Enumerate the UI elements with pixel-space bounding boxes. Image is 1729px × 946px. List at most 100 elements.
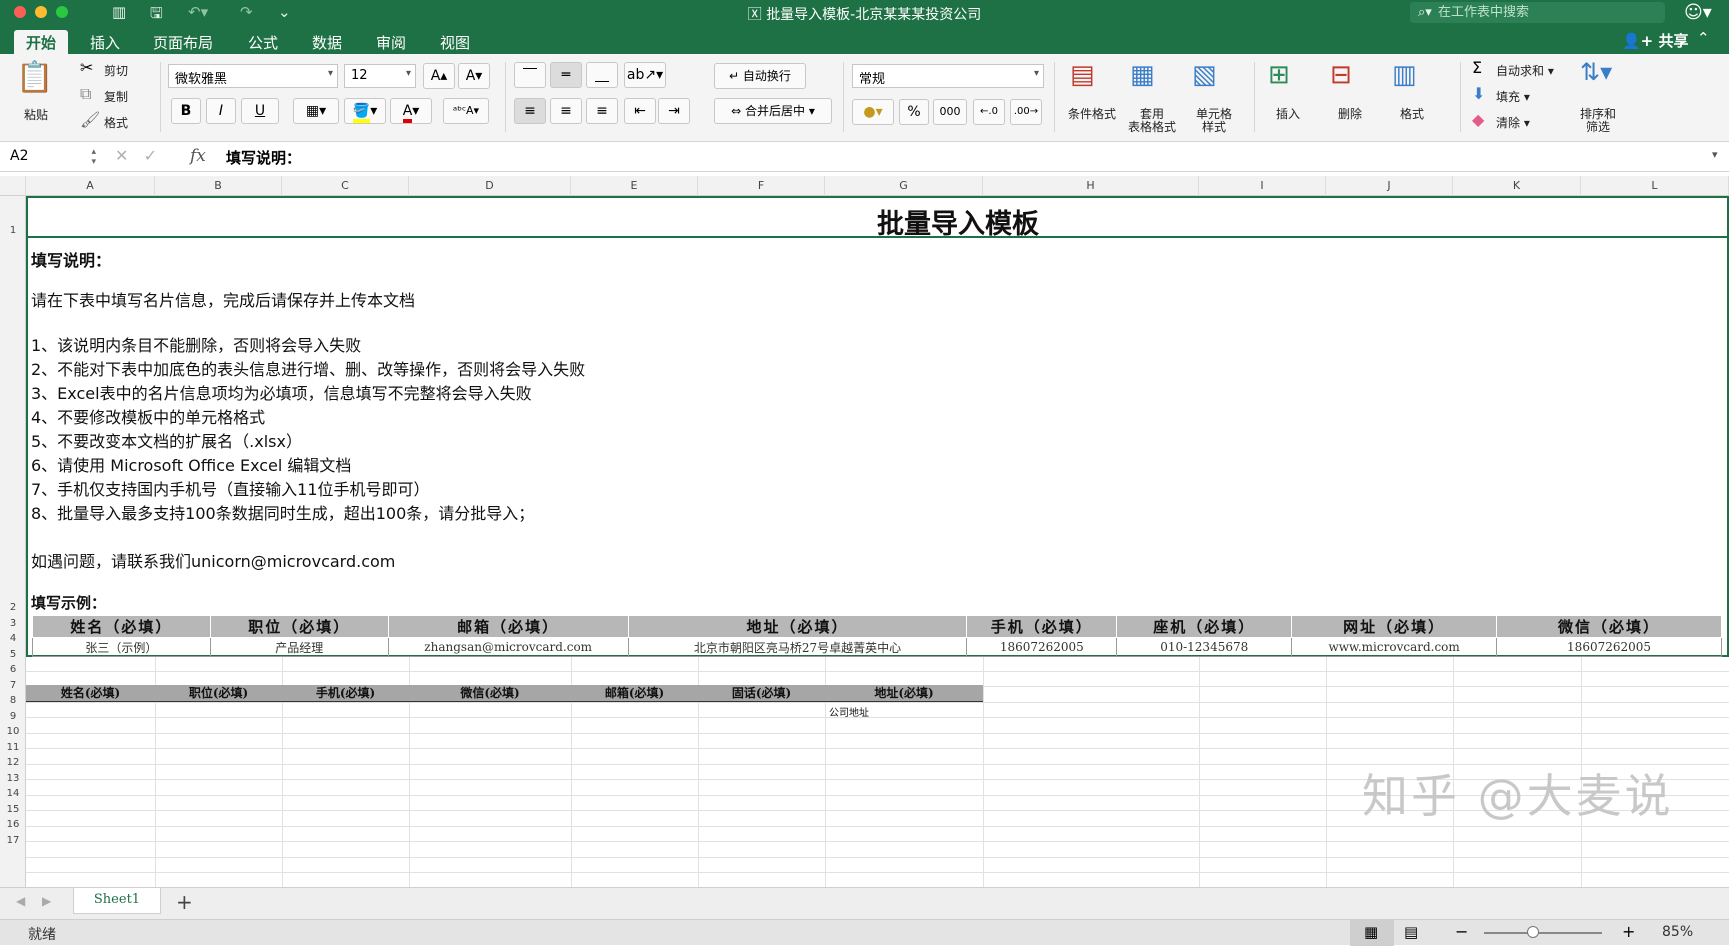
header-cell-wechat[interactable]: 微信(必填) (409, 685, 571, 702)
confirm-icon[interactable]: ✓ (144, 146, 157, 165)
comma-style-button[interactable]: 000 (933, 99, 967, 125)
header-cell-landline[interactable]: 固话(必填) (698, 685, 825, 702)
row-header[interactable]: 14 (0, 788, 26, 799)
conditional-format-button[interactable]: 条件格式 (1062, 108, 1122, 121)
increase-decimal-button[interactable]: ←.0 (973, 99, 1005, 125)
feedback-smiley-icon[interactable]: ☺▾ (1684, 2, 1712, 23)
row-header[interactable]: 13 (0, 773, 26, 784)
wrap-text-button[interactable]: ↵ 自动换行 (714, 63, 806, 89)
normal-view-button[interactable]: ▦ (1350, 920, 1394, 946)
column-header[interactable]: K (1453, 176, 1581, 196)
merge-center-button[interactable]: ⇔ 合并后居中 ▾ (714, 98, 832, 124)
format-cells-icon[interactable]: ▥ (1392, 60, 1417, 90)
instructions-cell[interactable]: 填写说明： 请在下表中填写名片信息，完成后请保存并上传本文档 1、该说明内条目不… (26, 236, 1729, 657)
underline-button[interactable]: U (241, 98, 279, 124)
copy-button[interactable]: 复制 (104, 88, 128, 105)
tab-formulas[interactable]: 公式 (236, 30, 290, 54)
orientation-button[interactable]: ab↗▾ (624, 62, 666, 88)
share-button[interactable]: 👤+ 共享 (1622, 30, 1688, 51)
font-size-select[interactable]: 12 ▾ (344, 64, 416, 88)
row-header[interactable]: 6 (0, 664, 26, 675)
format-as-table-button[interactable]: 套用 表格格式 (1122, 108, 1182, 134)
tab-page-layout[interactable]: 页面布局 (141, 30, 225, 54)
cut-button[interactable]: 剪切 (104, 62, 128, 79)
align-left-button[interactable]: ≡ (514, 98, 546, 124)
name-box[interactable]: A2 ▴ ▾ (4, 145, 100, 169)
autosum-button[interactable]: 自动求和 ▾ (1496, 62, 1554, 79)
align-bottom-button[interactable]: ⎽ (586, 62, 618, 88)
formula-input[interactable]: 填写说明： (226, 147, 301, 168)
column-header[interactable]: H (983, 176, 1199, 196)
delete-cells-button[interactable]: 删除 (1320, 108, 1380, 121)
borders-button[interactable]: ▦▾ (293, 98, 339, 124)
increase-indent-button[interactable]: ⇥ (658, 98, 690, 124)
bold-button[interactable]: B (171, 98, 201, 124)
cell-styles-button[interactable]: 单元格 样式 (1184, 108, 1244, 134)
italic-button[interactable]: I (206, 98, 236, 124)
worksheet-grid[interactable]: A B C D E F G H I J K L 1 2 3 4 5 6 7 8 … (0, 172, 1729, 887)
increase-font-button[interactable]: A▴ (423, 63, 455, 89)
phonetic-button[interactable]: ᵃᵇᶜA▾ (443, 98, 489, 124)
decrease-font-button[interactable]: A▾ (458, 63, 490, 89)
tab-insert[interactable]: 插入 (78, 30, 132, 54)
tab-view[interactable]: 视图 (428, 30, 482, 54)
clear-button[interactable]: 清除 ▾ (1496, 114, 1530, 131)
number-format-select[interactable]: 常规 ▾ (852, 64, 1044, 88)
row-header[interactable]: 2 (0, 602, 26, 613)
next-sheet-icon[interactable]: ▶ (42, 894, 51, 908)
title-cell[interactable]: 批量导入模板 (26, 196, 1729, 240)
collapse-ribbon-icon[interactable]: ⌃ (1697, 29, 1710, 47)
cell-styles-icon[interactable]: ▧ (1192, 60, 1217, 90)
row-header[interactable]: 11 (0, 742, 26, 753)
zoom-in-icon[interactable]: + (1622, 922, 1635, 941)
row-header[interactable]: 5 (0, 649, 26, 660)
row-header[interactable]: 8 (0, 695, 26, 706)
tab-home[interactable]: 开始 (14, 30, 69, 54)
column-header[interactable]: J (1326, 176, 1453, 196)
column-header[interactable]: D (409, 176, 571, 196)
delete-cells-icon[interactable]: ⊟ (1330, 60, 1352, 90)
row-header[interactable]: 7 (0, 680, 26, 691)
prev-sheet-icon[interactable]: ◀ (16, 894, 25, 908)
insert-cells-button[interactable]: 插入 (1258, 108, 1318, 121)
row-header[interactable]: 17 (0, 835, 26, 846)
align-right-button[interactable]: ≡ (586, 98, 618, 124)
sheet-tab[interactable]: Sheet1 (73, 888, 161, 914)
row-header[interactable]: 9 (0, 711, 26, 722)
decrease-decimal-button[interactable]: .00→ (1010, 99, 1042, 125)
zoom-slider-thumb[interactable] (1527, 926, 1540, 938)
zoom-out-icon[interactable]: − (1455, 922, 1468, 941)
font-color-button[interactable]: A▾ (390, 98, 432, 124)
align-middle-button[interactable]: ═ (550, 62, 582, 88)
paste-button[interactable]: 粘贴 (24, 106, 48, 123)
tab-review[interactable]: 审阅 (364, 30, 418, 54)
fill-button[interactable]: 填充 ▾ (1496, 88, 1530, 105)
add-sheet-icon[interactable]: + (176, 890, 193, 914)
font-name-select[interactable]: 微软雅黑 ▾ (168, 64, 338, 88)
format-as-table-icon[interactable]: ▦ (1130, 60, 1155, 90)
header-cell-name[interactable]: 姓名(必填) (26, 685, 155, 702)
row-header[interactable]: 16 (0, 819, 26, 830)
paste-icon[interactable]: 📋 (16, 60, 53, 95)
row-header[interactable]: 10 (0, 726, 26, 737)
sort-filter-icon[interactable]: ⇅▾ (1580, 58, 1612, 86)
conditional-format-icon[interactable]: ▤ (1070, 60, 1095, 90)
column-header[interactable]: I (1199, 176, 1326, 196)
decrease-indent-button[interactable]: ⇤ (624, 98, 656, 124)
row-header[interactable]: 12 (0, 757, 26, 768)
sheet-search-input[interactable]: ⌕▾ 在工作表中搜索 (1410, 2, 1665, 23)
column-header[interactable]: G (825, 176, 983, 196)
header-cell-address[interactable]: 地址(必填) (825, 685, 983, 702)
header-cell-title[interactable]: 职位(必填) (155, 685, 282, 702)
tab-data[interactable]: 数据 (300, 30, 354, 54)
insert-function-button[interactable]: fx (190, 146, 206, 166)
column-header[interactable]: B (155, 176, 282, 196)
header-cell-mobile[interactable]: 手机(必填) (282, 685, 409, 702)
row-header[interactable]: 3 (0, 618, 26, 629)
page-layout-view-icon[interactable]: ▤ (1404, 923, 1418, 941)
align-top-button[interactable]: ⎺ (514, 62, 546, 88)
column-header[interactable]: F (698, 176, 825, 196)
format-painter-button[interactable]: 格式 (104, 114, 128, 131)
align-center-button[interactable]: ≡ (550, 98, 582, 124)
column-header[interactable]: E (571, 176, 698, 196)
